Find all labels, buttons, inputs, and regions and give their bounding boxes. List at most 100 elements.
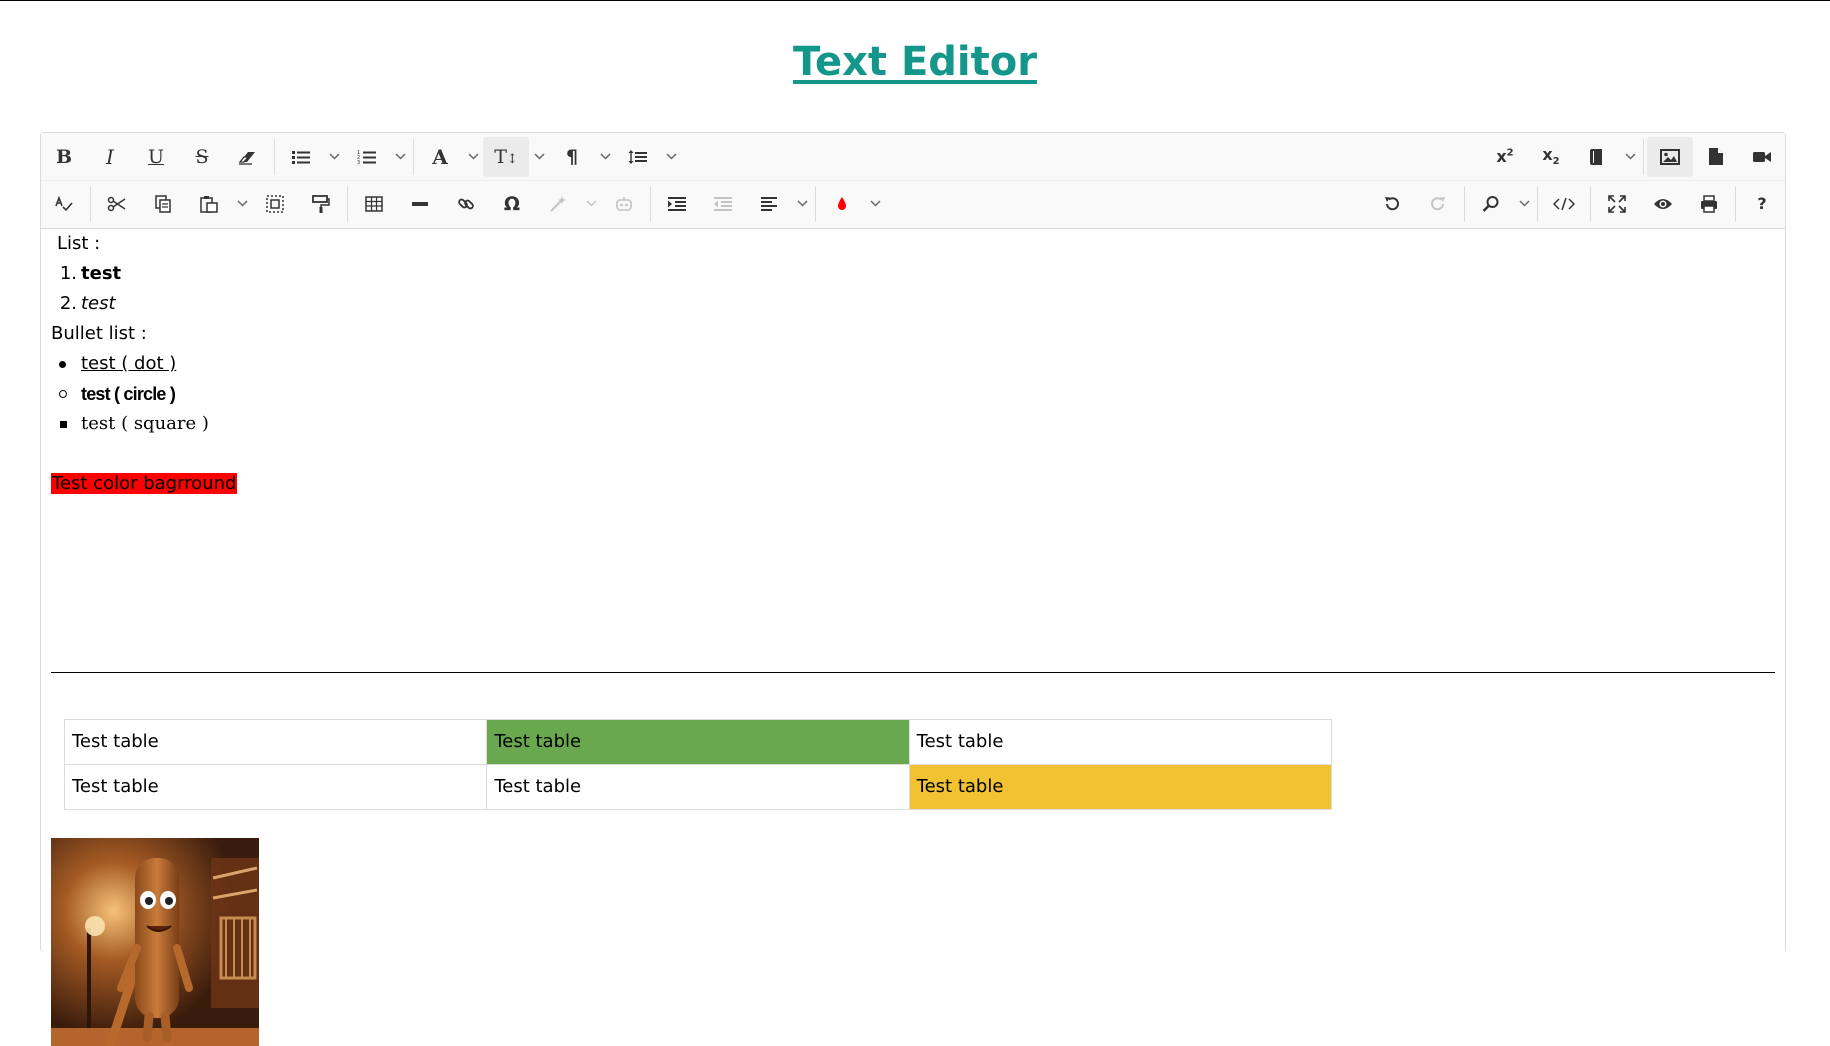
font-icon: A bbox=[432, 144, 448, 169]
search-button[interactable] bbox=[1468, 184, 1514, 224]
table-cell[interactable]: Test table bbox=[486, 764, 910, 810]
list-item: test ( square ) bbox=[51, 409, 451, 439]
print-button[interactable] bbox=[1686, 184, 1732, 224]
table-cell[interactable]: Test table bbox=[63, 764, 488, 810]
toolbar-separator bbox=[1537, 185, 1538, 222]
strikethrough-button[interactable]: S bbox=[179, 137, 225, 177]
fullscreen-button[interactable] bbox=[1594, 184, 1640, 224]
help-icon: ? bbox=[1757, 194, 1767, 213]
list-item-text: test bbox=[81, 263, 122, 284]
toolbar-row-1: B I U S 1 2 3 A T↕ ¶ x2 x2 bbox=[41, 133, 1785, 181]
special-character-button[interactable]: Ω bbox=[489, 184, 535, 224]
chevron-down-icon bbox=[328, 153, 340, 160]
video-button[interactable] bbox=[1739, 137, 1785, 177]
source-code-button[interactable] bbox=[1541, 184, 1587, 224]
ai-assistant-button[interactable] bbox=[601, 184, 647, 224]
font-size-dropdown[interactable] bbox=[529, 137, 549, 177]
document-button[interactable] bbox=[1693, 137, 1739, 177]
superscript-icon: x2 bbox=[1496, 147, 1514, 166]
bulleted-list-button[interactable] bbox=[278, 137, 324, 177]
text-style-group: B I U S bbox=[41, 133, 271, 180]
copy-icon bbox=[155, 194, 171, 213]
content-image[interactable] bbox=[51, 838, 259, 1046]
toolbar-separator bbox=[1590, 185, 1591, 222]
color-drop-icon bbox=[838, 196, 846, 210]
search-dropdown[interactable] bbox=[1514, 184, 1534, 224]
magic-wand-icon bbox=[550, 195, 566, 212]
table-cell[interactable]: Test table bbox=[908, 764, 1333, 810]
magic-wand-dropdown[interactable] bbox=[581, 184, 601, 224]
toolbar-separator bbox=[1735, 185, 1736, 222]
numbered-list-dropdown[interactable] bbox=[390, 137, 410, 177]
underline-button[interactable]: U bbox=[133, 137, 179, 177]
cut-button[interactable] bbox=[94, 184, 140, 224]
video-icon bbox=[1753, 151, 1771, 162]
square-bullet-icon bbox=[60, 421, 67, 428]
align-button[interactable] bbox=[746, 184, 792, 224]
help-button[interactable]: ? bbox=[1739, 184, 1785, 224]
undo-button[interactable] bbox=[1369, 184, 1415, 224]
table-icon bbox=[365, 195, 383, 212]
paste-button[interactable] bbox=[186, 184, 232, 224]
table-cell[interactable]: Test table bbox=[908, 719, 1333, 765]
select-all-button[interactable] bbox=[252, 184, 298, 224]
bold-button[interactable]: B bbox=[41, 137, 87, 177]
eraser-button[interactable] bbox=[225, 137, 271, 177]
format-painter-button[interactable] bbox=[298, 184, 344, 224]
font-size-button[interactable]: T↕ bbox=[483, 136, 529, 177]
table-row: Test table Test table Test table bbox=[63, 719, 1333, 765]
spellcheck-button[interactable] bbox=[41, 184, 87, 224]
line-height-dropdown[interactable] bbox=[661, 137, 681, 177]
paste-icon bbox=[200, 195, 218, 213]
color-dropdown[interactable] bbox=[865, 184, 885, 224]
paragraph-button[interactable]: ¶ bbox=[549, 137, 595, 177]
file-dropdown[interactable] bbox=[1620, 137, 1640, 177]
editor-content[interactable]: List : 1. test 2. test Bullet list : test … bbox=[51, 229, 1775, 1046]
search-group bbox=[1468, 180, 1534, 227]
special-character-icon: Ω bbox=[503, 192, 521, 215]
font-button[interactable]: A bbox=[417, 137, 463, 177]
preview-button[interactable] bbox=[1640, 184, 1686, 224]
media-group bbox=[1647, 133, 1785, 180]
align-dropdown[interactable] bbox=[792, 184, 812, 224]
table-button[interactable] bbox=[351, 184, 397, 224]
outdent-button[interactable] bbox=[700, 184, 746, 224]
image-button[interactable] bbox=[1647, 136, 1693, 177]
redo-button[interactable] bbox=[1415, 184, 1461, 224]
line-height-button[interactable] bbox=[615, 137, 661, 177]
file-icon bbox=[1590, 148, 1602, 165]
chevron-down-icon bbox=[869, 200, 881, 207]
table-cell[interactable]: Test table bbox=[486, 719, 910, 765]
color-group bbox=[819, 180, 885, 227]
paragraph-dropdown[interactable] bbox=[595, 137, 615, 177]
magic-wand-button[interactable] bbox=[535, 184, 581, 224]
subscript-button[interactable]: x2 bbox=[1528, 137, 1574, 177]
color-button[interactable] bbox=[819, 184, 865, 224]
font-dropdown[interactable] bbox=[463, 137, 483, 177]
copy-button[interactable] bbox=[140, 184, 186, 224]
outdent-icon bbox=[714, 196, 732, 211]
horizontal-line-button[interactable] bbox=[397, 184, 443, 224]
chevron-down-icon bbox=[796, 200, 808, 207]
file-button[interactable] bbox=[1574, 137, 1620, 177]
toolbar-separator bbox=[347, 185, 348, 222]
numbered-list-button[interactable]: 123 bbox=[344, 137, 390, 177]
underline-icon: U bbox=[147, 145, 164, 168]
subscript-icon: x2 bbox=[1542, 145, 1560, 168]
italic-button[interactable]: I bbox=[87, 137, 133, 177]
toolbar-separator bbox=[815, 185, 816, 222]
list-item: test ( dot ) bbox=[51, 349, 451, 379]
document-icon bbox=[1709, 148, 1723, 165]
page-title: Text Editor bbox=[793, 39, 1037, 85]
table-cell[interactable]: Test table bbox=[63, 719, 488, 765]
toolbar-separator bbox=[1643, 138, 1644, 175]
link-icon bbox=[458, 198, 474, 209]
superscript-button[interactable]: x2 bbox=[1482, 137, 1528, 177]
indent-button[interactable] bbox=[654, 184, 700, 224]
paste-dropdown[interactable] bbox=[232, 184, 252, 224]
print-icon bbox=[1701, 194, 1717, 213]
chevron-down-icon bbox=[394, 153, 406, 160]
bulleted-list-dropdown[interactable] bbox=[324, 137, 344, 177]
link-button[interactable] bbox=[443, 184, 489, 224]
source-code-icon bbox=[1553, 197, 1575, 210]
